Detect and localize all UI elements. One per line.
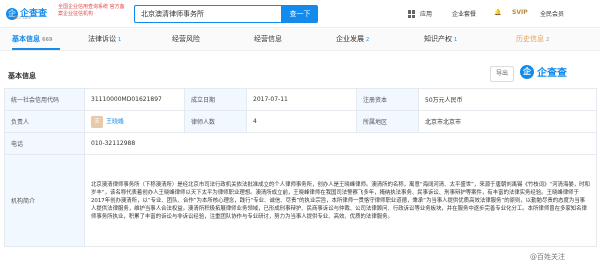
- region-label: 所属地区: [356, 110, 419, 133]
- qcc-brand-text: 企查查: [537, 68, 567, 79]
- established-value: 2017-07-11: [246, 88, 357, 111]
- qcc-brand-mark: 企 企查查: [520, 64, 567, 79]
- header-slogan: 全国企业信用查询系统 官方备案企业征信机构: [58, 4, 125, 17]
- avatar: 王: [91, 115, 103, 128]
- company-tabs: 基本信息 669 法律诉讼 1 经营风险 经营信息 企业发展 2 知识产权 1 历史信息…: [0, 29, 600, 51]
- search-button[interactable]: 查一下: [282, 5, 318, 23]
- profile-label: 机构简介: [4, 154, 85, 247]
- lawyers-label: 律师人数: [184, 110, 247, 133]
- table-row: 负责人 王王晓峰 律师人数 4 所属地区 北京市北京市: [4, 110, 597, 133]
- profile-text: 北京澳清律师事务所（下称澳清所）是经北京市司法行政机关依法批准成立的个人律师事务…: [84, 154, 597, 247]
- principal-cell: 王王晓峰: [84, 110, 185, 133]
- credit-code-value: 31110000MD01621897: [84, 88, 185, 111]
- section-title: 基本信息: [8, 72, 36, 80]
- nav-enterprise-package[interactable]: 企业套餐: [452, 9, 476, 18]
- tab-legal-litigation[interactable]: 法律诉讼 1: [88, 34, 121, 44]
- watermark: @百姓关注: [530, 253, 565, 261]
- top-header: 企 企查查 Qcc.com 全国企业信用查询系统 官方备案企业征信机构 北京澳清…: [0, 0, 600, 28]
- basic-info-table: 统一社会信用代码 31110000MD01621897 成立日期 2017-07…: [4, 88, 597, 247]
- export-button[interactable]: 导出: [490, 66, 514, 82]
- tab-operating-info[interactable]: 经营信息: [254, 34, 284, 44]
- bell-icon[interactable]: 🔔: [494, 9, 501, 16]
- credit-code-label: 统一社会信用代码: [4, 88, 85, 111]
- phone-value: 010-32112988: [84, 132, 597, 155]
- phone-label: 电话: [4, 132, 85, 155]
- qcc-logo-icon: 企: [520, 64, 534, 79]
- lawyers-value: 4: [246, 110, 357, 133]
- table-row: 统一社会信用代码 31110000MD01621897 成立日期 2017-07…: [4, 88, 597, 111]
- established-label: 成立日期: [184, 88, 247, 111]
- registered-capital-value: 50万元人民币: [418, 88, 597, 111]
- nav-apps[interactable]: 应用: [420, 9, 432, 18]
- tab-basic-info[interactable]: 基本信息 669: [12, 34, 52, 44]
- active-tab-indicator: [12, 48, 60, 50]
- registered-capital-label: 注册资本: [356, 88, 419, 111]
- tab-enterprise-development[interactable]: 企业发展 2: [336, 34, 369, 44]
- tab-history-info[interactable]: 历史信息 2: [516, 34, 549, 44]
- region-value: 北京市北京市: [418, 110, 597, 133]
- principal-link[interactable]: 王晓峰: [106, 118, 124, 125]
- apps-grid-icon[interactable]: [408, 10, 416, 18]
- svip-badge[interactable]: SVIP: [512, 9, 528, 16]
- tab-operating-risk[interactable]: 经营风险: [172, 34, 202, 44]
- search-input[interactable]: 北京澳清律师事务所: [134, 5, 282, 23]
- nav-member[interactable]: 全民会员: [540, 9, 564, 18]
- principal-label: 负责人: [4, 110, 85, 133]
- table-row: 电话 010-32112988: [4, 132, 597, 155]
- tab-intellectual-property[interactable]: 知识产权 1: [424, 34, 457, 44]
- logo-subtitle: Qcc.com: [14, 15, 32, 20]
- table-row: 机构简介 北京澳清律师事务所（下称澳清所）是经北京市司法行政机关依法批准成立的个…: [4, 154, 597, 247]
